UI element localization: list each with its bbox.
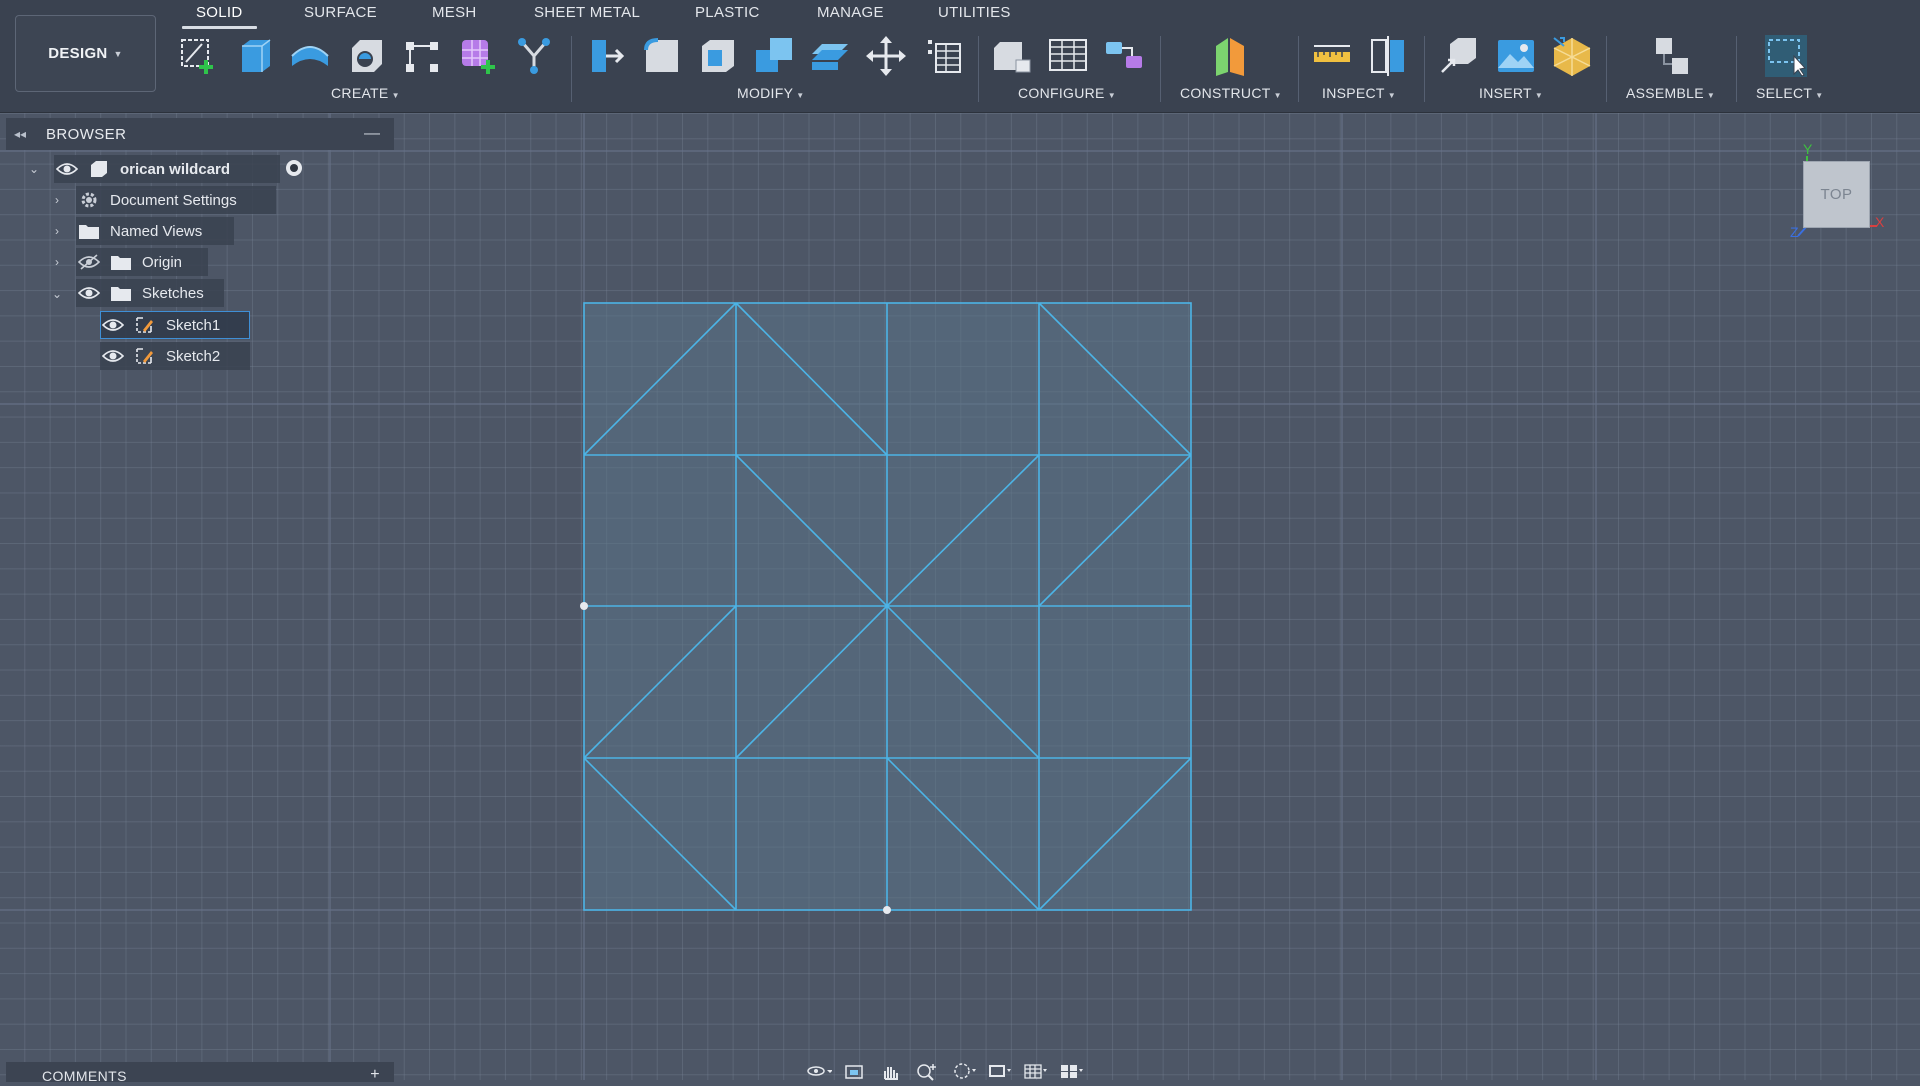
browser-title: BROWSER bbox=[46, 125, 127, 143]
browser-item-sketches[interactable]: Sketches bbox=[76, 279, 224, 307]
chevron-right-icon[interactable]: › bbox=[50, 255, 64, 269]
folder-icon bbox=[78, 221, 100, 241]
activate-radio-icon[interactable] bbox=[286, 160, 302, 176]
comments-title: COMMENTS bbox=[42, 1068, 127, 1084]
browser-item-sketch2[interactable]: Sketch2 bbox=[100, 342, 250, 370]
browser-item-label: Named Views bbox=[110, 222, 203, 240]
chevron-down-icon[interactable]: ⌄ bbox=[50, 287, 64, 301]
browser-item-label: orican wildcard bbox=[120, 160, 231, 178]
chevron-right-icon[interactable]: › bbox=[50, 224, 64, 238]
browser-panel-header: ◂◂ BROWSER — bbox=[6, 118, 394, 150]
browser-item-label: Origin bbox=[142, 253, 183, 271]
look-at-icon[interactable] bbox=[842, 1061, 868, 1081]
sketch-point[interactable] bbox=[580, 602, 588, 610]
eye-icon[interactable] bbox=[55, 159, 79, 179]
browser-item-document-settings[interactable]: Document Settings bbox=[76, 186, 276, 214]
browser-item-named-views[interactable]: Named Views bbox=[76, 217, 234, 245]
eye-icon[interactable] bbox=[77, 283, 101, 303]
browser-item-label: Sketches bbox=[142, 284, 204, 302]
grid-icon[interactable] bbox=[1022, 1061, 1048, 1081]
browser-item-sketch1[interactable]: Sketch1 bbox=[100, 311, 250, 339]
browser-item-root[interactable]: orican wildcard bbox=[54, 155, 302, 183]
sketch-icon bbox=[134, 346, 156, 366]
component-icon bbox=[88, 159, 110, 179]
eye-icon[interactable] bbox=[101, 346, 125, 366]
sketch-point[interactable] bbox=[883, 906, 891, 914]
comments-panel[interactable]: COMMENTS + bbox=[6, 1062, 394, 1084]
chevron-right-icon[interactable]: › bbox=[50, 193, 64, 207]
collapse-panel-icon[interactable]: ◂◂ bbox=[14, 127, 34, 141]
display-settings-icon[interactable] bbox=[986, 1061, 1012, 1081]
viewcube-face-label: TOP bbox=[1820, 186, 1853, 203]
browser-item-label: Document Settings bbox=[110, 191, 237, 209]
sketch-icon bbox=[134, 315, 156, 335]
viewports-icon[interactable] bbox=[1058, 1061, 1084, 1081]
browser-item-label: Sketch1 bbox=[166, 316, 221, 334]
chevron-down-icon[interactable]: ⌄ bbox=[27, 162, 41, 176]
add-comment-icon[interactable]: + bbox=[370, 1066, 380, 1084]
viewcube[interactable]: TOP bbox=[1803, 161, 1870, 228]
orbit-icon[interactable] bbox=[806, 1061, 833, 1081]
eye-icon[interactable] bbox=[101, 315, 125, 335]
fit-icon[interactable] bbox=[950, 1061, 976, 1081]
folder-icon bbox=[110, 283, 132, 303]
navigation-bar bbox=[800, 1060, 1126, 1082]
minimize-icon[interactable]: — bbox=[364, 125, 380, 143]
folder-icon bbox=[110, 252, 132, 272]
zoom-icon[interactable] bbox=[914, 1061, 940, 1081]
eye-hidden-icon[interactable] bbox=[77, 252, 101, 272]
gear-icon bbox=[78, 190, 100, 210]
browser-item-label: Sketch2 bbox=[166, 347, 221, 365]
pan-icon[interactable] bbox=[878, 1061, 904, 1081]
browser-item-origin[interactable]: Origin bbox=[76, 248, 208, 276]
